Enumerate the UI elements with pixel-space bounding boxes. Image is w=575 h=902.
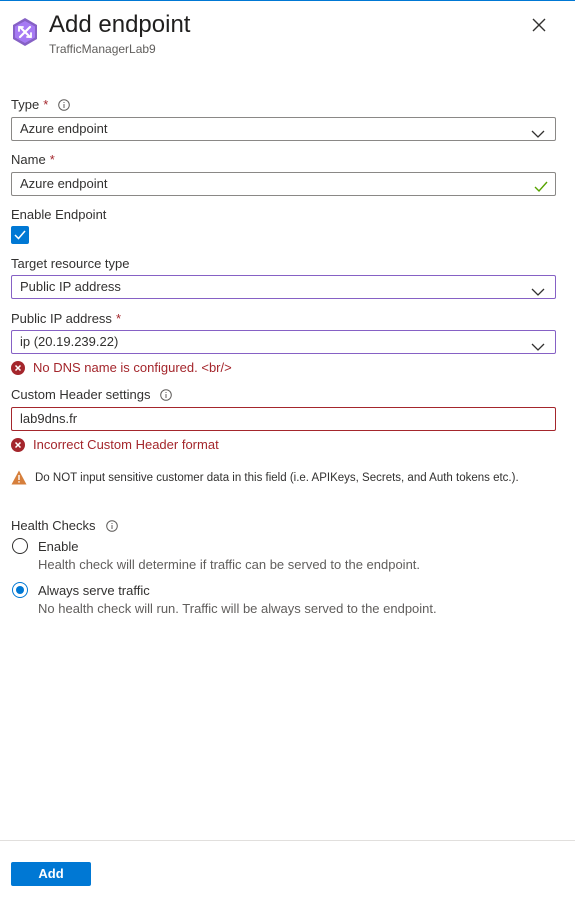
error-icon [11,438,25,452]
required-marker: * [43,97,49,112]
name-input-value: Azure endpoint [20,176,108,191]
sensitive-data-warning: Do NOT input sensitive customer data in … [11,470,519,485]
health-check-enable-description: Health check will determine if traffic c… [38,557,421,572]
custom-header-label: Custom Header settings [11,387,173,403]
target-resource-type-value: Public IP address [20,279,121,294]
info-icon[interactable] [58,99,71,111]
public-ip-label-text: Public IP address [11,311,112,326]
checkmark-icon [14,230,26,240]
custom-header-label-text: Custom Header settings [11,387,151,402]
public-ip-value: ip (20.19.239.22) [20,334,119,349]
health-check-always-serve-label[interactable]: Always serve traffic [38,583,150,599]
required-marker: * [115,311,121,326]
name-label-text: Name [11,152,46,167]
type-label-text: Type [11,97,40,112]
public-ip-error-text: No DNS name is configured. <br/> [33,360,232,375]
type-dropdown[interactable]: Azure endpoint [11,117,556,141]
type-label: Type * [11,97,71,113]
panel-subtitle: TrafficManagerLab9 [49,42,156,56]
target-resource-type-label: Target resource type [11,256,130,272]
warning-icon [11,470,27,485]
info-icon[interactable] [160,389,173,401]
panel-title: Add endpoint [49,11,191,38]
custom-header-input[interactable]: lab9dns.fr [11,407,556,431]
info-icon[interactable] [105,520,118,532]
health-check-always-serve-radio[interactable] [12,582,28,598]
footer-divider [0,840,575,841]
type-dropdown-value: Azure endpoint [20,121,108,136]
chevron-down-icon [531,337,545,351]
top-accent-line [0,0,575,1]
chevron-down-icon [531,282,545,296]
health-checks-label: Health Checks [11,518,118,534]
checkmark-icon [534,178,548,193]
enable-endpoint-label-text: Enable Endpoint [11,207,107,222]
health-check-enable-label[interactable]: Enable [38,539,78,555]
enable-endpoint-label: Enable Endpoint [11,207,106,223]
custom-header-value: lab9dns.fr [20,411,78,426]
name-label: Name * [11,152,55,168]
traffic-manager-icon [10,17,40,47]
target-resource-type-dropdown[interactable]: Public IP address [11,275,556,299]
health-check-always-serve-description: No health check will run. Traffic will b… [38,601,437,616]
error-icon [11,361,25,375]
add-button[interactable]: Add [11,862,91,886]
chevron-down-icon [531,124,545,138]
warning-text: Do NOT input sensitive customer data in … [35,471,519,484]
public-ip-label: Public IP address * [11,311,121,327]
enable-endpoint-checkbox[interactable] [11,226,29,244]
required-marker: * [49,152,55,167]
custom-header-error: Incorrect Custom Header format [11,437,219,453]
public-ip-error: No DNS name is configured. <br/> [11,360,232,376]
custom-header-error-text: Incorrect Custom Header format [33,437,219,452]
health-check-enable-radio[interactable] [12,538,28,554]
health-checks-label-text: Health Checks [11,518,96,533]
target-resource-type-label-text: Target resource type [11,256,130,271]
name-input[interactable]: Azure endpoint [11,172,556,196]
public-ip-dropdown[interactable]: ip (20.19.239.22) [11,330,556,354]
close-icon[interactable] [530,16,548,34]
